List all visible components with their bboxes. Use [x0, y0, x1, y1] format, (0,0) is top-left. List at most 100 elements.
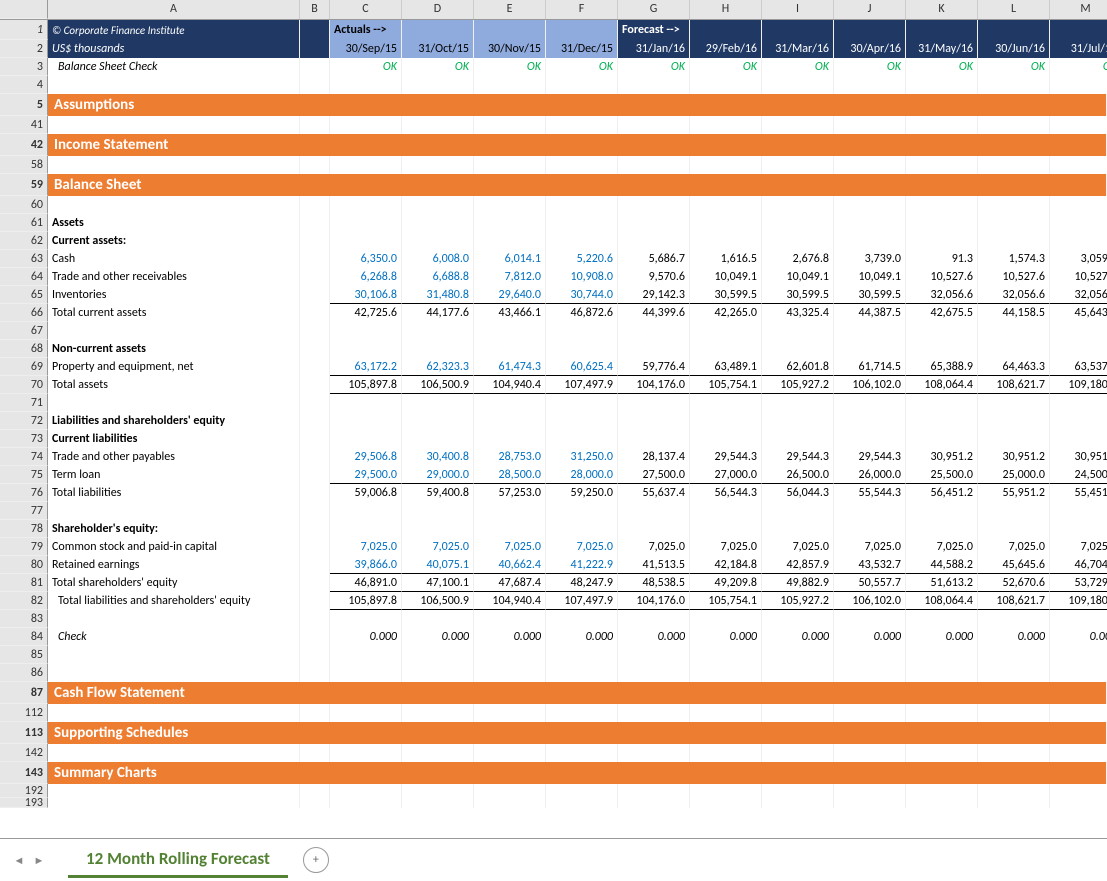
cell[interactable] — [330, 430, 402, 448]
cell[interactable] — [906, 412, 978, 430]
cell[interactable] — [690, 20, 762, 40]
cell[interactable] — [978, 744, 1050, 762]
cell[interactable]: 105,754.1 — [690, 376, 762, 394]
cell[interactable]: 28,137.4 — [618, 448, 690, 466]
cell[interactable]: Retained earnings — [48, 556, 300, 574]
cell[interactable]: 0.000 — [402, 628, 474, 646]
cell[interactable] — [300, 376, 330, 394]
cell[interactable] — [978, 156, 1050, 174]
col-header-G[interactable]: G — [618, 0, 690, 19]
cell[interactable]: Check — [48, 628, 300, 646]
cell[interactable] — [618, 610, 690, 628]
row-header[interactable]: 87 — [0, 682, 48, 704]
row-header[interactable]: 81 — [0, 574, 48, 592]
cell[interactable] — [978, 412, 1050, 430]
cell[interactable]: 49,882.9 — [762, 574, 834, 592]
row-header[interactable]: 82 — [0, 592, 48, 610]
cell[interactable]: 105,927.2 — [762, 592, 834, 610]
row-header[interactable]: 66 — [0, 304, 48, 322]
cell[interactable]: 3,739.0 — [834, 250, 906, 268]
cell[interactable]: Current assets: — [48, 232, 300, 250]
cell[interactable] — [834, 646, 906, 664]
cell[interactable] — [546, 116, 618, 134]
cell[interactable] — [546, 664, 618, 682]
cell[interactable] — [474, 664, 546, 682]
cell[interactable]: Balance Sheet — [48, 174, 1107, 196]
cell[interactable] — [834, 340, 906, 358]
cell[interactable]: 26,000.0 — [834, 466, 906, 484]
cell[interactable]: 59,250.0 — [546, 484, 618, 502]
cell[interactable] — [762, 116, 834, 134]
spreadsheet-grid[interactable]: A B C D E F G H I J K L M 1 © Corporate … — [0, 0, 1107, 838]
cell[interactable] — [546, 502, 618, 520]
cell[interactable] — [762, 646, 834, 664]
cell[interactable]: 42,265.0 — [690, 304, 762, 322]
cell[interactable] — [762, 664, 834, 682]
cell[interactable] — [300, 412, 330, 430]
cell[interactable] — [546, 610, 618, 628]
cell[interactable]: 45,645.6 — [978, 556, 1050, 574]
row-header[interactable]: 67 — [0, 322, 48, 340]
cell[interactable] — [474, 196, 546, 214]
cell[interactable] — [618, 232, 690, 250]
cell[interactable]: 0.000 — [1050, 628, 1107, 646]
cell[interactable] — [48, 394, 300, 412]
cell[interactable] — [906, 502, 978, 520]
cell[interactable] — [906, 196, 978, 214]
cell[interactable]: 44,177.6 — [402, 304, 474, 322]
cell[interactable] — [330, 664, 402, 682]
cell[interactable]: OK — [690, 58, 762, 76]
cell[interactable]: 44,387.5 — [834, 304, 906, 322]
cell[interactable] — [546, 704, 618, 722]
cell[interactable]: 28,000.0 — [546, 466, 618, 484]
cell[interactable]: 46,872.6 — [546, 304, 618, 322]
cell[interactable]: 31/Mar/16 — [762, 40, 834, 58]
cell[interactable] — [300, 664, 330, 682]
cell[interactable] — [906, 610, 978, 628]
cell[interactable]: 30,599.5 — [762, 286, 834, 304]
cell[interactable] — [48, 502, 300, 520]
cell[interactable] — [978, 664, 1050, 682]
cell[interactable] — [300, 304, 330, 322]
cell[interactable] — [834, 520, 906, 538]
cell[interactable] — [978, 798, 1050, 808]
cell[interactable] — [330, 116, 402, 134]
row-header[interactable]: 70 — [0, 376, 48, 394]
cell[interactable] — [474, 610, 546, 628]
cell[interactable] — [690, 520, 762, 538]
cell[interactable]: 44,399.6 — [618, 304, 690, 322]
cell[interactable] — [474, 744, 546, 762]
cell[interactable] — [48, 798, 300, 808]
cell[interactable] — [906, 394, 978, 412]
cell[interactable] — [402, 340, 474, 358]
cell[interactable] — [762, 784, 834, 798]
cell[interactable]: 10,049.1 — [762, 268, 834, 286]
cell[interactable]: 39,866.0 — [330, 556, 402, 574]
cell[interactable] — [762, 394, 834, 412]
cell[interactable] — [906, 20, 978, 40]
cell[interactable]: 1,574.3 — [978, 250, 1050, 268]
cell[interactable]: 29,500.0 — [330, 466, 402, 484]
cell[interactable] — [300, 784, 330, 798]
cell[interactable]: 2,676.8 — [762, 250, 834, 268]
cell[interactable] — [402, 214, 474, 232]
cell[interactable]: 42,725.6 — [330, 304, 402, 322]
cell[interactable]: 6,688.8 — [402, 268, 474, 286]
cell[interactable]: 29,000.0 — [402, 466, 474, 484]
cell[interactable] — [330, 784, 402, 798]
cell[interactable] — [474, 322, 546, 340]
row-header[interactable]: 79 — [0, 538, 48, 556]
cell[interactable]: 59,400.8 — [402, 484, 474, 502]
cell-actuals-label[interactable]: Actuals --> — [330, 20, 402, 40]
cell[interactable] — [330, 646, 402, 664]
cell[interactable] — [402, 784, 474, 798]
cell[interactable] — [300, 250, 330, 268]
cell[interactable] — [978, 784, 1050, 798]
cell[interactable] — [300, 502, 330, 520]
cell[interactable]: 0.000 — [906, 628, 978, 646]
col-header-L[interactable]: L — [978, 0, 1050, 19]
cell[interactable] — [1050, 196, 1107, 214]
cell[interactable] — [402, 412, 474, 430]
cell[interactable] — [618, 214, 690, 232]
cell[interactable]: 31/Oct/15 — [402, 40, 474, 58]
